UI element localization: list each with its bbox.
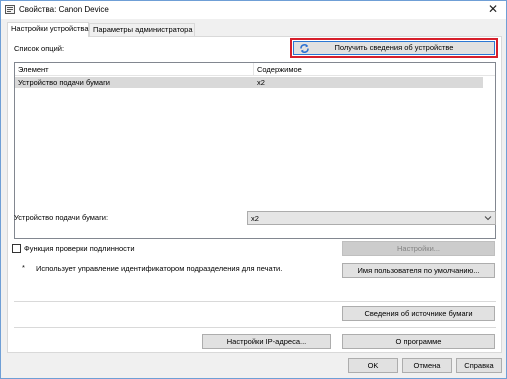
about-button[interactable]: О программе bbox=[342, 334, 495, 349]
get-device-info-button[interactable]: Получить сведения об устройстве bbox=[290, 38, 498, 58]
list-item-content: x2 bbox=[257, 78, 265, 87]
auth-function-checkbox[interactable] bbox=[12, 244, 21, 253]
default-user-name-button[interactable]: Имя пользователя по умолчанию... bbox=[342, 263, 495, 278]
column-header-item[interactable]: Элемент bbox=[15, 63, 253, 76]
paper-feeder-select[interactable]: x2 bbox=[247, 211, 496, 225]
cancel-button[interactable]: Отмена bbox=[402, 358, 452, 373]
ip-address-settings-button[interactable]: Настройки IP-адреса... bbox=[202, 334, 331, 349]
note-bullet: * bbox=[22, 263, 25, 272]
device-settings-panel: Список опций: Получить сведения об устро… bbox=[7, 36, 502, 353]
list-item-name: Устройство подачи бумаги bbox=[18, 78, 110, 87]
title-bar: Свойства: Canon Device ✕ bbox=[1, 1, 506, 19]
close-icon[interactable]: ✕ bbox=[486, 2, 500, 16]
divider bbox=[14, 327, 496, 328]
divider bbox=[14, 301, 496, 302]
auth-settings-button[interactable]: Настройки... bbox=[342, 241, 495, 256]
paper-feeder-label: Устройство подачи бумаги: bbox=[14, 213, 109, 222]
auth-function-label: Функция проверки подлинности bbox=[24, 244, 135, 253]
window-title: Свойства: Canon Device bbox=[19, 5, 109, 14]
column-header-content[interactable]: Содержимое bbox=[254, 63, 494, 76]
ok-button[interactable]: OK bbox=[348, 358, 398, 373]
paper-source-info-button[interactable]: Сведения об источнике бумаги bbox=[342, 306, 495, 321]
chevron-down-icon bbox=[484, 213, 492, 225]
help-button[interactable]: Справка bbox=[456, 358, 502, 373]
properties-window: Свойства: Canon Device ✕ Настройки устро… bbox=[0, 0, 507, 379]
printer-properties-icon bbox=[5, 5, 15, 14]
tab-device-settings[interactable]: Настройки устройства bbox=[7, 22, 89, 37]
dept-id-note: Использует управление идентификатором по… bbox=[36, 264, 283, 273]
tab-admin-settings[interactable]: Параметры администратора bbox=[89, 23, 195, 36]
refresh-icon bbox=[299, 43, 310, 58]
options-list-header: Элемент Содержимое bbox=[15, 63, 495, 76]
get-device-info-label: Получить сведения об устройстве bbox=[334, 43, 454, 52]
options-list-label: Список опций: bbox=[14, 44, 65, 53]
list-item[interactable]: Устройство подачи бумаги x2 bbox=[15, 77, 483, 88]
paper-feeder-value: x2 bbox=[251, 214, 259, 223]
